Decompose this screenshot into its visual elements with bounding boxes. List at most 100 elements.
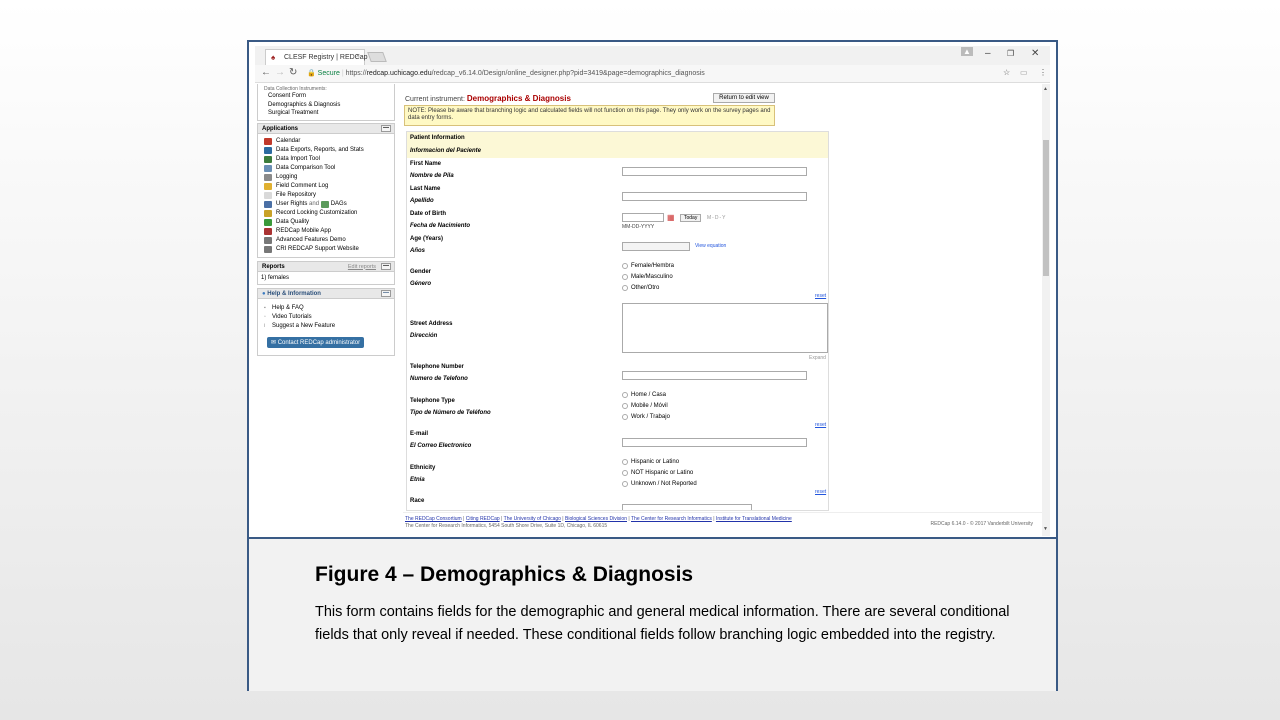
lock-icon: 🔒 <box>307 70 316 77</box>
suggest-feature-link[interactable]: i Suggest a New Feature <box>264 322 388 331</box>
url-field[interactable]: 🔒 Secure | https://redcap.uchicago.edu/r… <box>303 67 1003 80</box>
address-bar: ← → ↻ 🔒 Secure | https://redcap.uchicago… <box>255 65 1050 83</box>
figure-caption: Figure 4 – Demographics & Diagnosis This… <box>249 537 1056 691</box>
radio-icon <box>622 470 628 476</box>
reload-icon[interactable]: ↻ <box>289 67 297 78</box>
collapse-applications-button[interactable]: — <box>381 124 391 132</box>
report-females-link[interactable]: 1) females <box>261 274 391 283</box>
app-file-repository[interactable]: File Repository <box>264 191 388 200</box>
ethnicity-reset-link[interactable]: reset <box>815 489 826 495</box>
footer-link[interactable]: The Center for Research Informatics <box>631 516 712 522</box>
collapse-reports-button[interactable]: — <box>381 262 391 270</box>
phone-type-mobile[interactable]: Mobile / Móvil <box>622 403 668 409</box>
back-icon[interactable]: ← <box>261 67 271 78</box>
phone-type-work[interactable]: Work / Trabajo <box>622 414 670 420</box>
street-address-textarea[interactable] <box>622 303 828 353</box>
today-button[interactable]: Today <box>680 214 702 222</box>
help-item-label: Suggest a New Feature <box>272 323 336 329</box>
new-tab-button[interactable] <box>367 52 387 62</box>
app-label: Field Comment Log <box>276 182 329 189</box>
option-label: Other/Otro <box>631 285 660 291</box>
gender-option-male[interactable]: Male/Masculino <box>622 274 673 280</box>
phone-type-home[interactable]: Home / Casa <box>622 392 666 398</box>
close-window-icon[interactable]: ✕ <box>1031 48 1039 59</box>
extension-icon[interactable]: ▭ <box>1020 68 1028 77</box>
video-tutorials-link[interactable]: ▫ Video Tutorials <box>264 313 388 322</box>
gender-reset-link[interactable]: reset <box>815 293 826 299</box>
field-label: Last Name <box>410 186 441 192</box>
instruments-panel: Data Collection Instruments: Consent For… <box>257 84 395 121</box>
instrument-consent-form[interactable]: Consent Form <box>264 92 388 101</box>
field-label: Gender <box>410 269 432 275</box>
contact-label: Contact REDCap administrator <box>277 340 361 346</box>
applications-title: Applications <box>262 125 299 132</box>
radio-icon <box>622 459 628 465</box>
app-data-quality[interactable]: Data Quality <box>264 218 388 227</box>
close-tab-icon[interactable]: × <box>356 53 360 60</box>
app-field-comment-log[interactable]: Field Comment Log <box>264 182 388 191</box>
instrument-surgical-treatment[interactable]: Surgical Treatment <box>264 109 388 118</box>
collapse-help-button[interactable]: — <box>381 290 391 297</box>
calendar-icon[interactable]: ▦ <box>667 213 675 222</box>
app-support-website[interactable]: CRI REDCAP Support Website <box>264 245 388 254</box>
app-user-rights[interactable]: User Rights and DAGs <box>264 200 388 209</box>
footer-link[interactable]: Biological Sciences Division <box>565 516 627 522</box>
app-advanced-demo[interactable]: Advanced Features Demo <box>264 236 388 245</box>
edit-reports-link[interactable]: Edit reports <box>348 264 376 270</box>
gender-option-female[interactable]: Female/Hembra <box>622 263 674 269</box>
race-select[interactable] <box>622 504 752 510</box>
app-calendar[interactable]: Calendar <box>264 137 388 146</box>
return-to-edit-button[interactable]: Return to edit view <box>713 93 775 103</box>
expand-link[interactable]: Expand <box>809 355 826 361</box>
instrument-demographics[interactable]: Demographics & Diagnosis <box>264 101 388 110</box>
mobile-icon <box>264 227 272 235</box>
app-mobile[interactable]: REDCap Mobile App <box>264 227 388 236</box>
radio-icon <box>622 392 628 398</box>
ethnicity-not-hispanic[interactable]: NOT Hispanic or Latino <box>622 470 693 476</box>
dags-link[interactable]: DAGs <box>331 200 347 209</box>
branching-note: NOTE: Please be aware that branching log… <box>404 105 775 126</box>
scrollbar[interactable]: ▲ ▼ <box>1042 84 1050 536</box>
app-record-locking[interactable]: Record Locking Customization <box>264 209 388 218</box>
forward-icon[interactable]: → <box>275 67 285 78</box>
first-name-input[interactable] <box>622 167 807 176</box>
maximize-icon[interactable]: ❐ <box>1007 49 1014 58</box>
scroll-up-icon[interactable]: ▲ <box>1043 86 1048 92</box>
field-label: Date of Birth <box>410 211 446 217</box>
compare-icon <box>264 164 272 172</box>
option-label: Male/Masculino <box>631 274 673 280</box>
app-logging[interactable]: Logging <box>264 173 388 182</box>
footer-link[interactable]: The REDCap Consortium <box>405 516 462 522</box>
scroll-down-icon[interactable]: ▼ <box>1043 526 1048 532</box>
telephone-input[interactable] <box>622 371 807 380</box>
minimize-icon[interactable]: – <box>985 48 991 59</box>
tab-bar: ♠ CLESF Registry | REDCap × ▲ – ❐ ✕ <box>255 46 1050 65</box>
app-data-exports[interactable]: Data Exports, Reports, and Stats <box>264 146 388 155</box>
footer-link[interactable]: Citing REDCap <box>466 516 500 522</box>
option-label: Home / Casa <box>631 392 667 398</box>
phone-type-reset-link[interactable]: reset <box>815 422 826 428</box>
browser-tab[interactable]: ♠ CLESF Registry | REDCap × <box>265 49 368 65</box>
ethnicity-unknown[interactable]: Unknown / Not Reported <box>622 481 697 487</box>
app-data-import[interactable]: Data Import Tool <box>264 155 388 164</box>
bookmark-star-icon[interactable]: ☆ <box>1003 68 1010 77</box>
field-label-es: Numero de Telefono <box>410 376 468 382</box>
contact-admin-button[interactable]: ✉ Contact REDCap administrator <box>267 337 365 348</box>
scrollbar-thumb[interactable] <box>1043 140 1049 276</box>
ethnicity-hispanic[interactable]: Hispanic or Latino <box>622 459 679 465</box>
view-equation-link[interactable]: View equation <box>695 243 726 249</box>
menu-icon[interactable]: ⋮ <box>1039 68 1047 77</box>
dob-input[interactable] <box>622 213 664 222</box>
app-data-comparison[interactable]: Data Comparison Tool <box>264 164 388 173</box>
help-faq-link[interactable]: ▪ Help & FAQ <box>264 304 388 313</box>
email-input[interactable] <box>622 438 807 447</box>
footer-link[interactable]: The University of Chicago <box>504 516 561 522</box>
footer-link[interactable]: Institute for Translational Medicine <box>716 516 792 522</box>
field-label-es: Fecha de Nacimiento <box>410 223 471 229</box>
field-label: Ethnicity <box>410 465 436 471</box>
profile-icon[interactable]: ▲ <box>961 47 973 56</box>
gender-option-other[interactable]: Other/Otro <box>622 285 659 291</box>
last-name-input[interactable] <box>622 192 807 201</box>
sidebar: Data Collection Instruments: Consent For… <box>257 84 395 536</box>
reports-header: Reports Edit reports — <box>257 260 395 272</box>
